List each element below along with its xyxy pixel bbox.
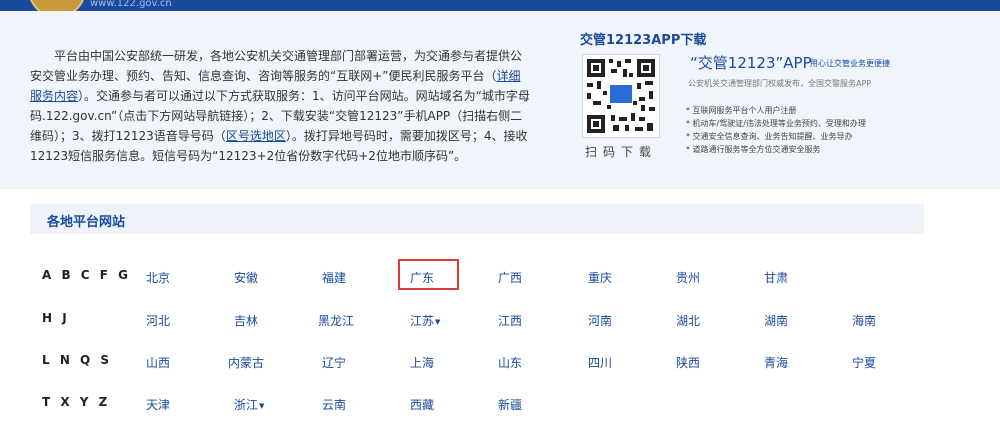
row-letter-key: H J — [42, 311, 70, 325]
intro-panel: 平台由中国公安部统一研发，各地公安机关交通管理部门部署运营，为交通参与者提供公安… — [0, 11, 1000, 189]
province-link[interactable]: 山东 — [498, 354, 522, 371]
qr-code-icon — [587, 59, 655, 133]
province-link[interactable]: 甘肃 — [764, 269, 788, 286]
app-feature-list: * 互联网服务平台个人用户注册 * 机动车/驾驶证/违法处理等业务预约、受理和办… — [686, 104, 866, 156]
province-link[interactable]: 青海 — [764, 354, 788, 371]
province-dropdown-jiangsu[interactable]: 江苏▼ — [410, 312, 440, 329]
row-letter-key: T X Y Z — [42, 395, 111, 409]
province-label: 江苏 — [410, 314, 435, 328]
row-letter-key: A B C F G — [42, 268, 131, 282]
chevron-down-icon: ▼ — [435, 317, 441, 326]
province-link[interactable]: 云南 — [322, 396, 346, 413]
province-link[interactable]: 四川 — [588, 354, 612, 371]
province-link[interactable]: 上海 — [410, 354, 434, 371]
app-name: “交管12123”APP — [690, 54, 812, 72]
province-label: 浙江 — [234, 398, 259, 412]
province-link[interactable]: 重庆 — [588, 269, 612, 286]
app-qr-code[interactable] — [582, 54, 660, 138]
province-link[interactable]: 辽宁 — [322, 354, 346, 371]
intro-part1: 平台由中国公安部统一研发，各地公安机关交通管理部门部署运营，为交通参与者提供公安… — [30, 49, 523, 83]
province-link[interactable]: 海南 — [852, 312, 876, 329]
province-link[interactable]: 湖北 — [676, 312, 700, 329]
app-subtitle: 公安机关交通管理部门权威发布，全国交警服务APP — [688, 79, 872, 88]
province-link[interactable]: 西藏 — [410, 396, 434, 413]
feature-item: * 交通安全信息查询、业务告知提醒、业务导办 — [686, 132, 853, 141]
feature-item: * 道路通行服务等全方位交通安全服务 — [686, 145, 821, 154]
province-link[interactable]: 湖南 — [764, 312, 788, 329]
app-download-title: 交管12123APP下载 — [580, 33, 707, 48]
app-slogan: 用心让交管业务更便捷 — [810, 59, 890, 68]
province-link[interactable]: 福建 — [322, 269, 346, 286]
intro-text: 平台由中国公安部统一研发，各地公安机关交通管理部门部署运营，为交通参与者提供公安… — [30, 46, 530, 166]
province-link[interactable]: 内蒙古 — [228, 354, 264, 371]
platforms-header: 各地平台网站 — [30, 204, 924, 234]
province-dropdown-zhejiang[interactable]: 浙江▼ — [234, 396, 264, 413]
feature-item: * 互联网服务平台个人用户注册 — [686, 106, 797, 115]
province-link[interactable]: 陕西 — [676, 354, 700, 371]
province-link[interactable]: 新疆 — [498, 396, 522, 413]
platforms-title: 各地平台网站 — [47, 215, 126, 230]
province-link[interactable]: 安徽 — [234, 269, 258, 286]
selected-province-highlight — [398, 259, 459, 290]
province-link[interactable]: 贵州 — [676, 269, 700, 286]
province-link[interactable]: 江西 — [498, 312, 522, 329]
area-code-link[interactable]: 区号选地区 — [226, 129, 286, 143]
province-link[interactable]: 河北 — [146, 312, 170, 329]
site-url: www.122.gov.cn — [90, 0, 172, 9]
province-link[interactable]: 天津 — [146, 396, 170, 413]
province-link[interactable]: 北京 — [146, 269, 170, 286]
feature-item: * 机动车/驾驶证/违法处理等业务预约、受理和办理 — [686, 119, 866, 128]
province-link[interactable]: 吉林 — [234, 312, 258, 329]
chevron-down-icon: ▼ — [259, 401, 265, 410]
row-letter-key: L N Q S — [42, 353, 113, 367]
province-link[interactable]: 黑龙江 — [318, 312, 354, 329]
province-link[interactable]: 山西 — [146, 354, 170, 371]
province-link[interactable]: 宁夏 — [852, 354, 876, 371]
qr-scan-label: 扫码下载 — [585, 145, 658, 159]
province-link[interactable]: 河南 — [588, 312, 612, 329]
province-link[interactable]: 广西 — [498, 269, 522, 286]
